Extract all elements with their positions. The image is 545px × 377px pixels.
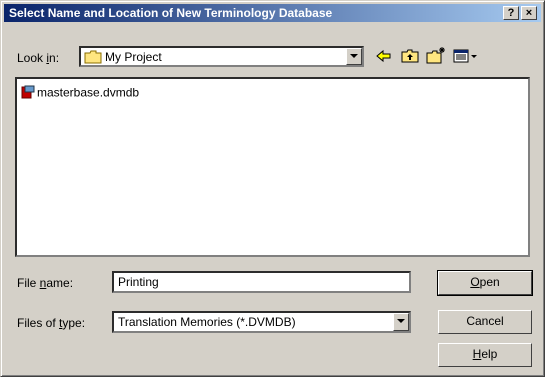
- look-in-combo[interactable]: My Project: [79, 46, 364, 67]
- help-title-button[interactable]: ?: [503, 6, 519, 20]
- new-folder-icon[interactable]: [425, 45, 447, 67]
- look-in-value: My Project: [105, 50, 162, 64]
- look-in-label: Look in:: [17, 51, 60, 65]
- file-type-select[interactable]: Translation Memories (*.DVMDB): [112, 311, 411, 333]
- cancel-button[interactable]: Cancel: [438, 310, 532, 334]
- back-arrow-icon[interactable]: [373, 45, 395, 67]
- file-list[interactable]: masterbase.dvmdb: [15, 77, 530, 257]
- look-in-dropdown-button[interactable]: [346, 48, 362, 65]
- database-file-icon: [21, 85, 35, 102]
- title-bar[interactable]: Select Name and Location of New Terminol…: [4, 4, 541, 22]
- view-menu-icon[interactable]: [451, 45, 479, 67]
- folder-icon: [84, 50, 102, 67]
- file-type-dropdown-button[interactable]: [393, 313, 409, 331]
- file-type-label: Files of type:: [17, 316, 86, 330]
- file-name-input[interactable]: [118, 275, 398, 289]
- file-name-label: File name:: [17, 276, 74, 290]
- file-type-value: Translation Memories (*.DVMDB): [118, 315, 296, 329]
- help-button[interactable]: Help: [438, 343, 532, 367]
- up-folder-icon[interactable]: [399, 45, 421, 67]
- window-title: Select Name and Location of New Terminol…: [9, 6, 333, 20]
- file-name-field[interactable]: [112, 271, 411, 293]
- close-title-button[interactable]: ×: [521, 6, 537, 20]
- open-button[interactable]: Open: [437, 270, 533, 296]
- file-dialog: Select Name and Location of New Terminol…: [0, 0, 545, 377]
- list-item[interactable]: masterbase.dvmdb: [21, 85, 139, 102]
- file-name-text: masterbase.dvmdb: [37, 85, 140, 100]
